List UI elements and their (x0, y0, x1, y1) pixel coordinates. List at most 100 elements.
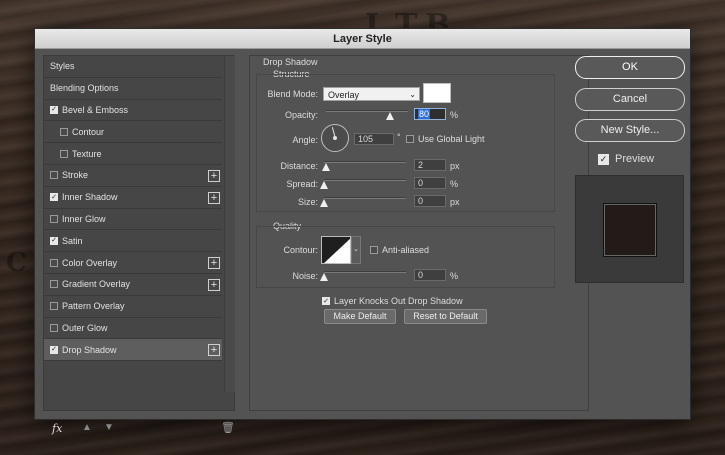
add-style-icon[interactable]: + (208, 278, 220, 291)
opacity-label: Opacity: (284, 110, 318, 120)
style-checkbox[interactable]: ✓ (50, 345, 58, 354)
spread-input[interactable]: 0 (414, 177, 446, 189)
style-label: Inner Shadow (62, 192, 118, 203)
styles-list-item[interactable]: Texture (44, 143, 222, 165)
anti-aliased[interactable]: Anti-aliased (370, 245, 429, 255)
size-slider-track[interactable] (324, 197, 406, 199)
styles-list-item[interactable]: Contour (44, 121, 222, 144)
add-style-icon[interactable]: + (208, 191, 220, 204)
trash-icon[interactable]: 🗑 (221, 421, 235, 434)
preview-checkbox[interactable]: ✓ (598, 153, 609, 165)
noise-input[interactable]: 0 (414, 269, 446, 281)
style-checkbox[interactable] (50, 171, 58, 180)
fx-icon[interactable]: fx (52, 422, 62, 435)
angle-dial[interactable] (321, 124, 349, 152)
style-label: Color Overlay (62, 257, 118, 268)
style-label: Texture (72, 148, 102, 159)
size-slider-thumb[interactable] (320, 199, 328, 207)
distance-slider-track[interactable] (324, 161, 406, 163)
styles-list-scrollbar[interactable] (224, 56, 235, 392)
size-unit: px (450, 197, 460, 207)
styles-list-item[interactable]: Gradient Overlay + (44, 274, 222, 296)
style-label: Bevel & Emboss (62, 104, 129, 115)
blend-mode-label: Blend Mode: (267, 89, 318, 99)
spread-slider-track[interactable] (324, 179, 406, 181)
layer-knocks-out[interactable]: ✓ Layer Knocks Out Drop Shadow (322, 296, 463, 306)
styles-list-item[interactable]: Blending Options (44, 78, 222, 100)
styles-list-item[interactable]: ✓ Satin (44, 230, 222, 253)
drop-shadow-panel: Drop Shadow Structure Blend Mode: Overla… (249, 55, 589, 411)
styles-list-item[interactable]: Color Overlay + (44, 252, 222, 274)
style-checkbox[interactable] (60, 127, 68, 136)
distance-slider-thumb[interactable] (322, 163, 330, 171)
styles-list-item[interactable]: ✓ Inner Shadow + (44, 187, 222, 209)
anti-aliased-checkbox[interactable] (370, 246, 378, 254)
new-style-button[interactable]: New Style... (575, 119, 685, 142)
style-label: Drop Shadow (62, 344, 117, 355)
noise-slider-thumb[interactable] (320, 273, 328, 281)
style-checkbox[interactable]: ✓ (50, 236, 58, 245)
style-checkbox[interactable] (50, 258, 58, 267)
style-label: Gradient Overlay (62, 279, 131, 290)
shadow-color-swatch[interactable] (423, 83, 451, 103)
layer-knocks-out-checkbox[interactable]: ✓ (322, 297, 330, 305)
reset-to-default-button[interactable]: Reset to Default (404, 309, 487, 324)
preview-area (575, 175, 684, 283)
noise-unit: % (450, 271, 459, 281)
spread-label: Spread: (286, 179, 318, 189)
add-style-icon[interactable]: + (208, 257, 220, 270)
angle-input[interactable]: 105 (354, 133, 394, 145)
styles-list-item[interactable]: Styles (44, 56, 222, 78)
styles-list-item[interactable]: Pattern Overlay (44, 296, 222, 318)
add-style-icon[interactable]: + (208, 344, 220, 357)
section-title: Drop Shadow (263, 57, 318, 67)
blend-mode-select[interactable]: Overlay ⌄ (323, 87, 420, 101)
style-label: Styles (50, 61, 75, 72)
style-checkbox[interactable] (60, 149, 68, 158)
make-default-button[interactable]: Make Default (324, 309, 396, 324)
style-checkbox[interactable] (50, 302, 58, 311)
opacity-value: 80 (418, 109, 431, 119)
style-label: Contour (72, 126, 105, 137)
style-label: Stroke (62, 170, 89, 181)
styles-list-item[interactable]: ✓ Drop Shadow + (44, 339, 222, 362)
opacity-unit: % (450, 110, 459, 120)
style-label: Satin (62, 235, 83, 246)
noise-slider-track[interactable] (324, 271, 406, 273)
style-checkbox[interactable]: ✓ (50, 193, 58, 202)
style-label: Outer Glow (62, 322, 108, 333)
chevron-down-icon: ⌄ (409, 90, 416, 99)
distance-input[interactable]: 2 (414, 159, 446, 171)
opacity-input[interactable]: 80 (414, 108, 446, 120)
preview-toggle[interactable]: ✓ Preview (598, 153, 654, 165)
styles-list-item[interactable]: Inner Glow (44, 209, 222, 231)
ok-button[interactable]: OK (575, 56, 685, 79)
style-checkbox[interactable] (50, 280, 58, 289)
spread-slider-thumb[interactable] (320, 181, 328, 189)
add-style-icon[interactable]: + (208, 169, 220, 182)
contour-label: Contour: (283, 245, 318, 255)
angle-label: Angle: (292, 135, 318, 145)
cancel-button[interactable]: Cancel (575, 88, 685, 111)
contour-thumbnail[interactable] (321, 236, 351, 264)
styles-list-item[interactable]: Stroke + (44, 165, 222, 187)
contour-dropdown[interactable]: ⌄ (351, 236, 361, 264)
styles-panel: Styles Blending Options ✓ Bevel & Emboss Con… (43, 55, 235, 435)
opacity-slider-track[interactable] (326, 110, 408, 112)
opacity-slider-thumb[interactable] (386, 112, 394, 120)
style-checkbox[interactable]: ✓ (50, 105, 58, 114)
arrow-down-icon[interactable]: ▼ (104, 422, 114, 433)
use-global-light[interactable]: Use Global Light (406, 134, 485, 144)
use-global-light-checkbox[interactable] (406, 135, 414, 143)
blend-mode-value: Overlay (328, 90, 360, 100)
style-checkbox[interactable] (50, 323, 58, 332)
noise-label: Noise: (292, 271, 318, 281)
style-checkbox[interactable] (50, 214, 58, 223)
size-input[interactable]: 0 (414, 195, 446, 207)
anti-aliased-label: Anti-aliased (382, 245, 430, 255)
arrow-up-icon[interactable]: ▲ (82, 422, 92, 433)
angle-unit: ° (397, 132, 401, 142)
use-global-light-label: Use Global Light (418, 134, 485, 144)
styles-list-item[interactable]: Outer Glow (44, 318, 222, 340)
styles-list-item[interactable]: ✓ Bevel & Emboss (44, 100, 222, 122)
